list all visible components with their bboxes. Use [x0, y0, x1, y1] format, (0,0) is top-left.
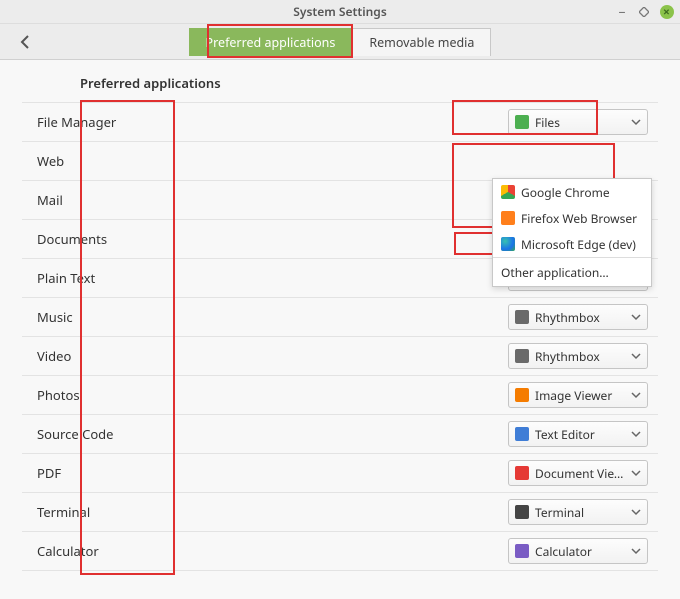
row-label: Documents	[32, 230, 212, 248]
settings-row: Source Code Text Editor	[22, 415, 658, 454]
chevron-down-icon	[631, 546, 641, 556]
dropdown-item-label: Google Chrome	[521, 184, 610, 201]
settings-row: Video Rhythmbox	[22, 337, 658, 376]
back-button[interactable]	[14, 30, 38, 54]
chevron-down-icon	[631, 117, 641, 127]
settings-row: Web	[22, 142, 658, 181]
app-selector[interactable]: Document Viewer	[508, 460, 648, 486]
text-editor-icon	[515, 427, 529, 441]
app-selector-value: Rhythmbox	[535, 348, 631, 365]
settings-row: Music Rhythmbox	[22, 298, 658, 337]
web-dropdown: Google Chrome Firefox Web Browser Microsof…	[492, 178, 652, 287]
settings-row: Photos Image Viewer	[22, 376, 658, 415]
section-title: Preferred applications	[22, 74, 658, 92]
dropdown-item-label: Other application…	[501, 264, 609, 281]
row-label: Terminal	[32, 503, 212, 521]
app-selector[interactable]: Text Editor	[508, 421, 648, 447]
document-viewer-icon	[515, 466, 529, 480]
window-controls	[616, 0, 674, 24]
dropdown-item[interactable]: Google Chrome	[493, 179, 651, 205]
chevron-down-icon	[631, 390, 641, 400]
music-icon	[515, 310, 529, 324]
chevron-down-icon	[631, 429, 641, 439]
tab-label: Removable media	[369, 34, 474, 51]
row-label: Photos	[32, 386, 212, 404]
app-selector[interactable]: Image Viewer	[508, 382, 648, 408]
content: Preferred applications File Manager Files…	[0, 60, 680, 591]
app-selector[interactable]: Calculator	[508, 538, 648, 564]
browser-icon	[501, 211, 515, 225]
tab-label: Preferred applications	[206, 34, 336, 51]
app-selector-value: Text Editor	[535, 426, 631, 443]
app-selector-value: Document Viewer	[535, 465, 631, 482]
dropdown-item-other[interactable]: Other application…	[493, 258, 651, 286]
folder-icon	[515, 115, 529, 129]
settings-row: File Manager Files	[22, 103, 658, 142]
row-label: Music	[32, 308, 212, 326]
settings-row: Terminal Terminal	[22, 493, 658, 532]
row-label: PDF	[32, 464, 212, 482]
chevron-down-icon	[631, 351, 641, 361]
close-button[interactable]	[660, 5, 674, 19]
app-selector[interactable]: Terminal	[508, 499, 648, 525]
window-title: System Settings	[293, 3, 386, 20]
app-selector-value: Image Viewer	[535, 387, 631, 404]
chevron-down-icon	[631, 312, 641, 322]
settings-row: PDF Document Viewer	[22, 454, 658, 493]
row-label: File Manager	[32, 113, 212, 131]
calculator-icon	[515, 544, 529, 558]
app-selector-value: Calculator	[535, 543, 631, 560]
tab-removable-media[interactable]: Removable media	[352, 28, 491, 56]
row-label: Calculator	[32, 542, 212, 560]
tabs-area: Preferred applications Removable media	[0, 24, 680, 60]
app-selector[interactable]: Files	[508, 109, 648, 135]
image-viewer-icon	[515, 388, 529, 402]
app-selector[interactable]: Rhythmbox	[508, 343, 648, 369]
chevron-down-icon	[631, 468, 641, 478]
tab-preferred-applications[interactable]: Preferred applications	[189, 28, 353, 56]
row-label: Video	[32, 347, 212, 365]
chevron-down-icon	[631, 507, 641, 517]
app-selector-value: Rhythmbox	[535, 309, 631, 326]
app-selector[interactable]: Rhythmbox	[508, 304, 648, 330]
music-icon	[515, 349, 529, 363]
app-selector-value: Terminal	[535, 504, 631, 521]
browser-icon	[501, 237, 515, 251]
row-label: Mail	[32, 191, 212, 209]
terminal-icon	[515, 505, 529, 519]
settings-rows: File Manager Files Web Mail Documents Plain T…	[22, 102, 658, 571]
tabs: Preferred applications Removable media	[189, 28, 492, 56]
row-label: Web	[32, 152, 212, 170]
row-label: Source Code	[32, 425, 212, 443]
minimize-button[interactable]	[616, 6, 628, 18]
browser-icon	[501, 185, 515, 199]
title-bar: System Settings	[0, 0, 680, 24]
dropdown-item[interactable]: Microsoft Edge (dev)	[493, 231, 651, 257]
settings-row: Calculator Calculator	[22, 532, 658, 571]
dropdown-item-label: Firefox Web Browser	[521, 210, 637, 227]
dropdown-item-label: Microsoft Edge (dev)	[521, 236, 636, 253]
app-selector-value: Files	[535, 114, 631, 131]
maximize-button[interactable]	[638, 6, 650, 18]
dropdown-item[interactable]: Firefox Web Browser	[493, 205, 651, 231]
row-label: Plain Text	[32, 269, 212, 287]
